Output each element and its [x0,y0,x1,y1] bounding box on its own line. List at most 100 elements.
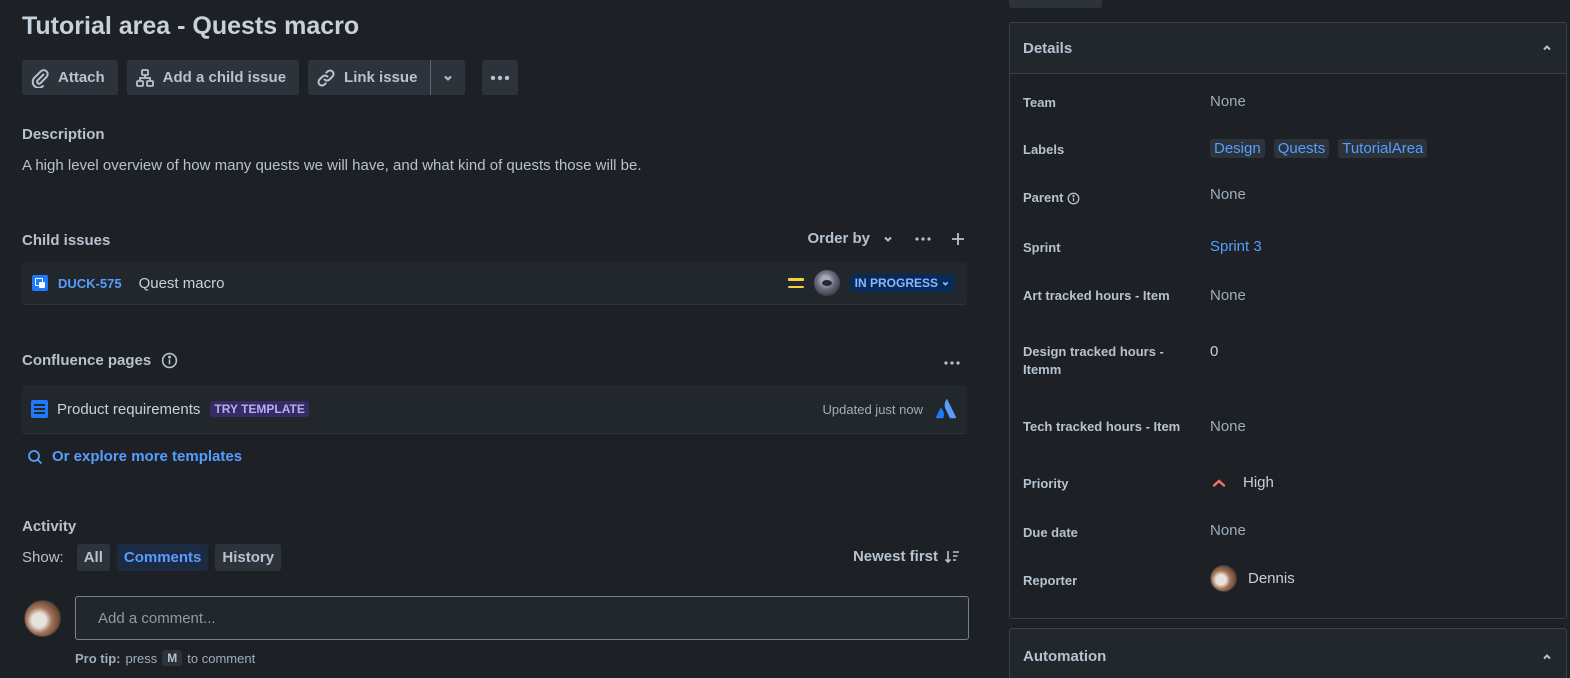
label-chip[interactable]: Design [1210,139,1265,158]
chevron-down-icon [884,236,892,242]
hierarchy-icon [135,68,154,87]
more-actions-button[interactable] [482,60,519,95]
confluence-page-icon [31,400,48,418]
field-label: Labels [1023,142,1065,157]
confluence-heading-row: Confluence pages [22,352,178,369]
child-issues-heading: Child issues [22,232,111,249]
field-label: Priority [1023,476,1069,491]
field-label: Art tracked hours - Item [1023,288,1170,303]
order-by-button[interactable]: Order by [807,230,894,247]
filter-all-button[interactable]: All [76,544,110,571]
add-comment-input[interactable] [75,596,969,640]
priority-high-icon [1212,478,1226,487]
link-issue-label: Link issue [344,69,418,86]
issue-title[interactable]: Tutorial area - Quests macro [22,12,359,41]
add-child-issue-button[interactable]: Add a child issue [126,60,300,95]
add-child-label: Add a child issue [162,69,287,86]
subtask-icon [32,275,48,291]
priority-label: High [1243,474,1274,491]
child-issue-key[interactable]: DUCK-575 [58,276,122,291]
protip-press: press [125,650,158,666]
child-issue-meta: IN PROGRESS [787,270,955,296]
paperclip-icon [31,68,49,88]
confluence-page-meta: Updated just now [823,398,957,420]
field-label: Team [1023,95,1056,110]
sort-order-label: Newest first [852,548,938,565]
issue-main-column: Tutorial area - Quests macro Attach Add … [0,0,990,678]
filter-history-button[interactable]: History [215,544,282,571]
sprint-value[interactable]: Sprint 3 [1210,238,1262,255]
label-chip[interactable]: TutorialArea [1338,139,1428,158]
more-horizontal-icon[interactable] [944,352,960,372]
details-heading: Details [1023,39,1073,57]
field-label: Tech tracked hours - Item [1023,419,1181,434]
field-label: Sprint [1023,240,1061,255]
activity-heading: Activity [22,518,77,535]
chevron-up-icon[interactable] [1541,42,1553,54]
field-label: Reporter [1023,573,1078,588]
assignee-avatar[interactable] [813,270,840,296]
field-label: Parent [1023,189,1173,207]
protip-prefix: Pro tip: [75,650,121,666]
link-issue-button[interactable]: Link issue [308,60,431,95]
due-date-value[interactable]: None [1210,522,1246,539]
description-heading: Description [22,126,105,143]
chevron-down-icon [444,75,453,81]
status-dropdown[interactable]: IN PROGRESS [849,274,955,292]
attach-button[interactable]: Attach [22,60,118,95]
info-icon[interactable] [1067,192,1080,205]
protip-key: M [162,650,183,666]
design-hours-value[interactable]: 0 [1210,343,1218,360]
chevron-up-icon[interactable] [1541,651,1553,663]
atlassian-logo-icon [935,399,957,419]
explore-templates-label: Or explore more templates [52,448,243,465]
details-header[interactable]: Details [1010,23,1566,74]
current-user-avatar [24,600,61,637]
reporter-avatar [1210,565,1237,592]
team-value[interactable]: None [1210,93,1246,110]
field-label: Due date [1023,525,1078,540]
order-by-label: Order by [807,230,870,247]
art-hours-value[interactable]: None [1210,287,1246,304]
details-panel: Details Team None Labels Design Quests T… [1009,22,1567,619]
chevron-down-icon [942,281,949,286]
automation-panel[interactable]: Automation [1009,628,1567,678]
status-label: IN PROGRESS [854,276,938,290]
search-icon [28,449,43,464]
try-template-badge[interactable]: TRY TEMPLATE [210,401,309,417]
plus-icon[interactable] [950,231,966,247]
priority-value[interactable]: High [1210,474,1274,491]
confluence-page-row[interactable]: Product requirements TRY TEMPLATE Update… [22,385,967,434]
confluence-page-title[interactable]: Product requirements [57,401,200,418]
child-issues-tools: Order by [807,230,966,247]
show-label: Show: [22,549,64,566]
info-icon[interactable] [161,352,178,369]
sort-order-button[interactable]: Newest first [853,548,960,565]
child-issue-title[interactable]: Quest macro [139,275,225,292]
explore-templates-link[interactable]: Or explore more templates [27,448,242,465]
filter-comments-button[interactable]: Comments [116,544,209,571]
label-chip[interactable]: Quests [1273,139,1330,158]
activity-filter-row: Show: All Comments History [22,544,282,571]
issue-view: Tutorial area - Quests macro Attach Add … [0,0,1570,678]
link-issue-dropdown-button[interactable] [430,60,466,95]
labels-value[interactable]: Design Quests TutorialArea [1210,139,1428,158]
priority-medium-icon [787,276,804,290]
attach-label: Attach [58,69,105,86]
automation-heading: Automation [1023,648,1107,665]
tech-hours-value[interactable]: None [1210,418,1246,435]
confluence-heading: Confluence pages [22,352,152,369]
status-button-stub[interactable] [1009,0,1102,8]
pro-tip: Pro tip: press M to comment [75,650,255,666]
sort-descending-icon [944,550,959,563]
parent-value[interactable]: None [1210,186,1246,203]
description-text[interactable]: A high level overview of how many quests… [22,157,642,174]
updated-time: Updated just now [822,401,923,417]
child-issue-row[interactable]: DUCK-575 Quest macro IN PROGRESS [22,262,967,305]
more-horizontal-icon[interactable] [914,236,932,242]
more-horizontal-icon [491,75,510,80]
reporter-name: Dennis [1248,570,1295,587]
reporter-value[interactable]: Dennis [1210,565,1295,592]
parent-label: Parent [1023,190,1064,205]
link-icon [317,68,335,87]
